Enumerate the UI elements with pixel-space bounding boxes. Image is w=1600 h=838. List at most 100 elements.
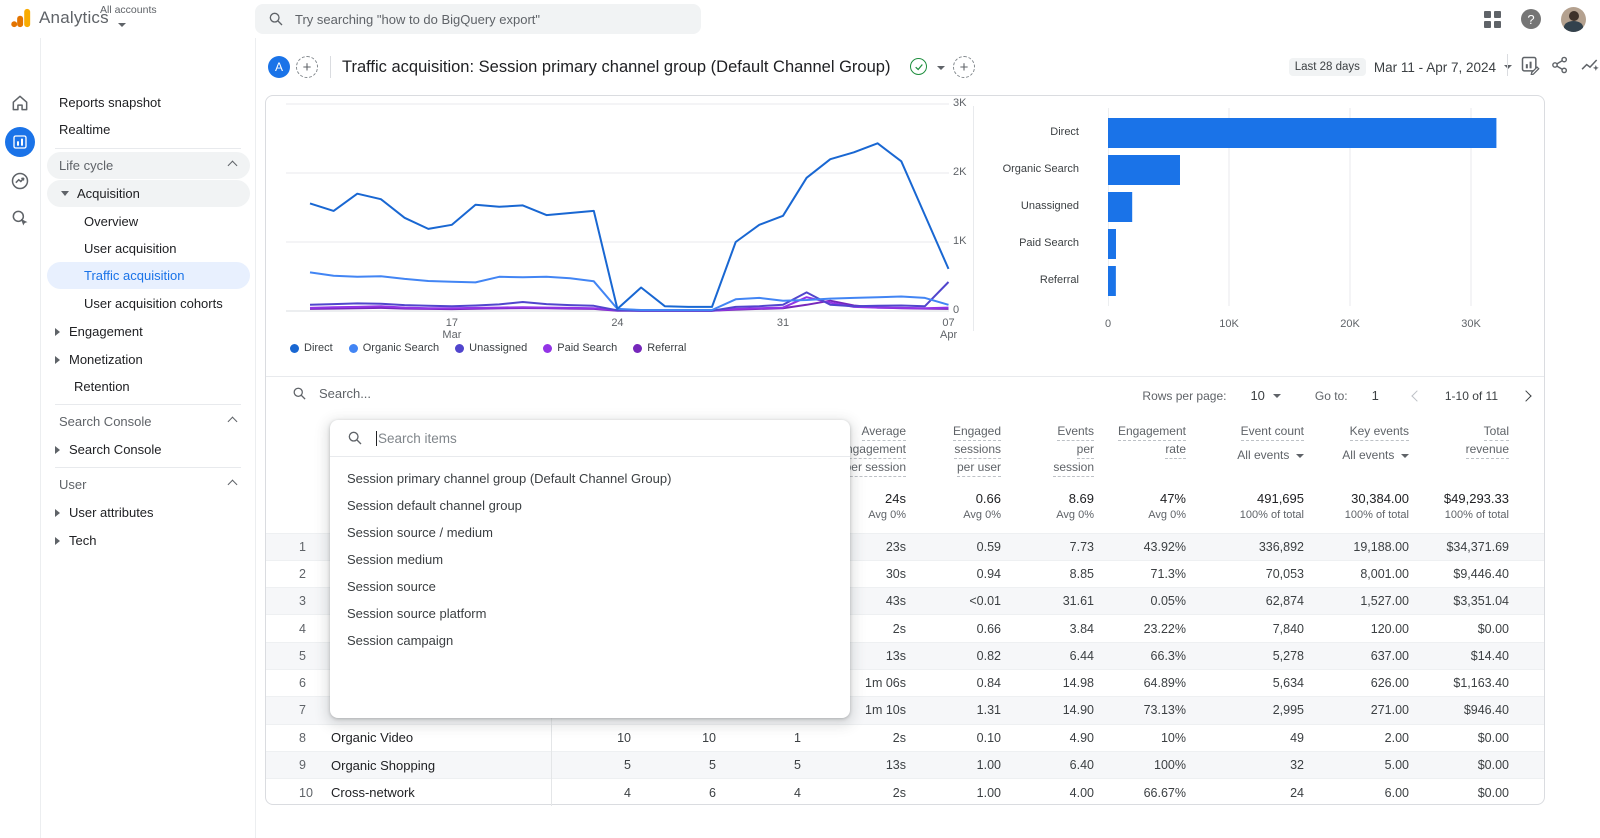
- sidebar-item-acquisition[interactable]: Acquisition: [47, 180, 250, 207]
- dropdown-item[interactable]: Session medium: [330, 546, 850, 573]
- add-comparison-button[interactable]: +: [296, 56, 318, 78]
- search-icon: [269, 12, 283, 26]
- table-row[interactable]: 9 Organic Shopping 5 5 5 13s 1.00 6.40 100% 32 5.0…: [266, 751, 1544, 779]
- advertising-icon[interactable]: [5, 166, 35, 196]
- report-options-caret-icon[interactable]: [937, 66, 945, 70]
- y-axis-label: 0: [953, 304, 960, 316]
- table-cell: 3.84: [1069, 621, 1094, 636]
- table-cell: $14.40: [1470, 648, 1509, 663]
- table-search-input[interactable]: Search...: [292, 386, 371, 401]
- rows-per-page-label: Rows per page:: [1142, 388, 1227, 403]
- legend-dot-icon: [348, 343, 358, 353]
- column-filter[interactable]: All events: [1304, 447, 1409, 463]
- table-cell: 64.89%: [1143, 676, 1186, 691]
- bar-x-tick-label: 10K: [1219, 318, 1239, 330]
- collapsed-arrow-icon: [55, 508, 60, 517]
- totals-cell: 47% Avg 0%: [1148, 491, 1186, 521]
- table-cell: 2s: [892, 785, 906, 800]
- dropdown-item[interactable]: Session source platform: [330, 600, 850, 627]
- column-filter[interactable]: All events: [1186, 447, 1304, 463]
- table-header[interactable]: Events per session: [1001, 413, 1094, 489]
- next-page-icon[interactable]: [1520, 389, 1532, 402]
- account-switcher-label: All accounts: [100, 4, 157, 16]
- table-cell: 23.22%: [1143, 621, 1186, 636]
- table-cell: 5: [794, 758, 801, 773]
- sidebar-section-user[interactable]: User: [47, 471, 250, 498]
- entity-avatar[interactable]: A: [268, 56, 290, 78]
- dropdown-item[interactable]: Session source / medium: [330, 519, 850, 546]
- table-cell: 120.00: [1370, 621, 1409, 636]
- sidebar-item-monetization[interactable]: Monetization: [41, 346, 255, 373]
- legend-item[interactable]: Direct: [290, 342, 333, 354]
- table-header[interactable]: Total revenue: [1409, 413, 1544, 489]
- rows-per-page-select[interactable]: 10: [1250, 388, 1264, 403]
- home-icon[interactable]: [5, 88, 35, 118]
- account-switcher[interactable]: All accounts: [100, 4, 157, 34]
- table-cell: 0.59: [976, 539, 1001, 554]
- table-header[interactable]: Engaged sessions per user: [906, 413, 1001, 489]
- legend-dot-icon: [290, 343, 299, 353]
- table-cell: 0.82: [976, 648, 1001, 663]
- analytics-logo[interactable]: Analytics: [10, 7, 109, 29]
- customize-report-icon[interactable]: [1520, 55, 1540, 75]
- legend-item[interactable]: Paid Search: [543, 342, 617, 354]
- add-report-button[interactable]: +: [953, 56, 975, 78]
- table-row[interactable]: 8 Organic Video 10 10 1 2s 0.10 4.90 10% 49 2.00 $0…: [266, 724, 1544, 752]
- row-number: 8: [299, 730, 306, 745]
- sidebar-item-reports-snapshot[interactable]: Reports snapshot: [41, 89, 255, 116]
- sidebar-item-search-console[interactable]: Search Console: [41, 436, 255, 463]
- table-header[interactable]: Engagement rate: [1094, 413, 1186, 489]
- sidebar-item-realtime[interactable]: Realtime: [41, 116, 255, 143]
- date-range-value: Mar 11 - Apr 7, 2024: [1373, 59, 1496, 75]
- table-cell: 7.73: [1069, 539, 1094, 554]
- dropdown-item[interactable]: Session campaign: [330, 627, 850, 654]
- chevron-down-icon[interactable]: [1272, 393, 1281, 398]
- date-range-selector[interactable]: Last 28 days Mar 11 - Apr 7, 2024: [1288, 58, 1512, 76]
- sidebar-item-tech[interactable]: Tech: [41, 527, 255, 554]
- table-cell: 271.00: [1370, 703, 1409, 718]
- dropdown-item[interactable]: Session primary channel group (Default C…: [330, 465, 850, 492]
- table-cell: 73.13%: [1143, 703, 1186, 718]
- table-cell: 2.00: [1384, 730, 1409, 745]
- divider: [1507, 54, 1508, 76]
- table-cell: $0.00: [1477, 785, 1509, 800]
- explore-icon[interactable]: [5, 203, 35, 233]
- sidebar-item-retention[interactable]: Retention: [41, 373, 255, 400]
- sidebar-section-search-console[interactable]: Search Console: [47, 408, 250, 435]
- sidebar-section-life-cycle[interactable]: Life cycle: [47, 152, 250, 179]
- help-icon[interactable]: ?: [1521, 9, 1541, 29]
- sidebar-item-user-acquisition-cohorts[interactable]: User acquisition cohorts: [41, 290, 255, 317]
- legend-item[interactable]: Unassigned: [455, 342, 527, 354]
- table-cell: 6: [709, 785, 716, 800]
- table-header[interactable]: Key events All events: [1304, 413, 1409, 489]
- legend-item[interactable]: Organic Search: [348, 342, 439, 354]
- table-cell: 6.00: [1384, 785, 1409, 800]
- sidebar-item-engagement[interactable]: Engagement: [41, 318, 255, 345]
- table-cell: 1.31: [976, 703, 1001, 718]
- dropdown-item[interactable]: Session source: [330, 573, 850, 600]
- reports-icon[interactable]: [5, 127, 35, 157]
- dropdown-item[interactable]: Session default channel group: [330, 492, 850, 519]
- global-search-input[interactable]: Try searching "how to do BigQuery export…: [255, 4, 701, 34]
- table-header[interactable]: Event count All events: [1186, 413, 1304, 489]
- report-valid-check-icon[interactable]: [910, 58, 927, 75]
- user-avatar[interactable]: [1561, 6, 1586, 32]
- prev-page-icon[interactable]: [1411, 389, 1423, 402]
- legend-item[interactable]: Referral: [633, 342, 686, 354]
- sidebar-item-overview[interactable]: Overview: [41, 208, 255, 235]
- sidebar-item-user-acquisition[interactable]: User acquisition: [41, 235, 255, 262]
- share-icon[interactable]: [1550, 55, 1570, 75]
- svg-text:17: 17: [446, 317, 458, 329]
- sidebar-item-user-attributes[interactable]: User attributes: [41, 499, 255, 526]
- table-cell: $0.00: [1477, 730, 1509, 745]
- search-icon: [348, 431, 362, 445]
- table-row[interactable]: 10 Cross-network 4 6 4 2s 1.00 4.00 66.67% 24 6.00…: [266, 778, 1544, 806]
- sidebar-item-traffic-acquisition[interactable]: Traffic acquisition: [47, 262, 250, 289]
- table-cell: 637.00: [1370, 648, 1409, 663]
- dropdown-search-input[interactable]: Search items: [330, 420, 850, 457]
- goto-page-input[interactable]: 1: [1372, 388, 1379, 403]
- legend-label: Referral: [647, 342, 687, 354]
- row-number: 4: [299, 621, 306, 636]
- insights-icon[interactable]: [1580, 55, 1600, 75]
- apps-grid-icon[interactable]: [1484, 10, 1501, 28]
